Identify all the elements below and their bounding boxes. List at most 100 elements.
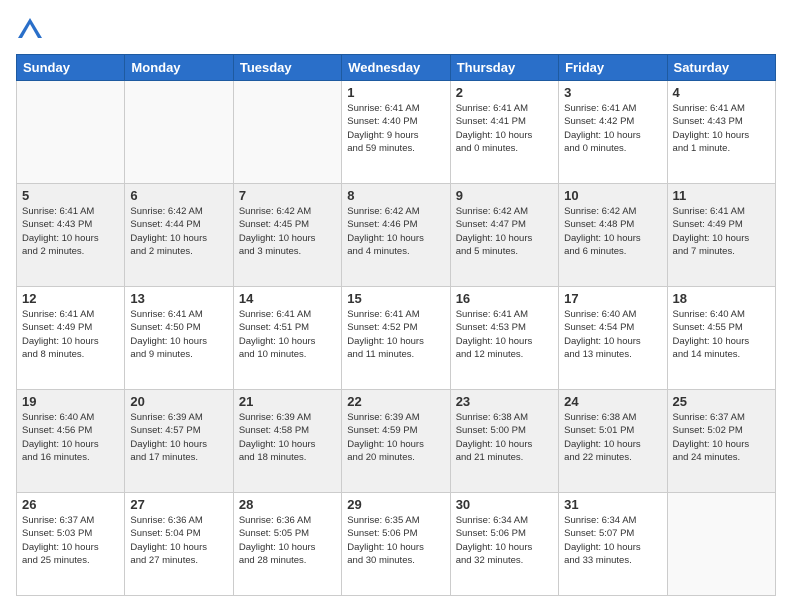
day-info: Sunrise: 6:41 AM Sunset: 4:41 PM Dayligh… — [456, 102, 553, 155]
day-info: Sunrise: 6:42 AM Sunset: 4:45 PM Dayligh… — [239, 205, 336, 258]
calendar-cell — [233, 81, 341, 184]
day-number: 1 — [347, 85, 444, 100]
calendar-cell: 21 Sunrise: 6:39 AM Sunset: 4:58 PM Dayli… — [233, 390, 341, 493]
day-info: Sunrise: 6:42 AM Sunset: 4:47 PM Dayligh… — [456, 205, 553, 258]
calendar-cell: 29 Sunrise: 6:35 AM Sunset: 5:06 PM Dayli… — [342, 493, 450, 596]
weekday-header-wednesday: Wednesday — [342, 55, 450, 81]
day-number: 24 — [564, 394, 661, 409]
day-number: 3 — [564, 85, 661, 100]
day-number: 13 — [130, 291, 227, 306]
day-info: Sunrise: 6:41 AM Sunset: 4:42 PM Dayligh… — [564, 102, 661, 155]
calendar-cell: 25 Sunrise: 6:37 AM Sunset: 5:02 PM Dayli… — [667, 390, 775, 493]
calendar-row-3: 19 Sunrise: 6:40 AM Sunset: 4:56 PM Dayli… — [17, 390, 776, 493]
day-info: Sunrise: 6:38 AM Sunset: 5:01 PM Dayligh… — [564, 411, 661, 464]
day-info: Sunrise: 6:36 AM Sunset: 5:04 PM Dayligh… — [130, 514, 227, 567]
day-info: Sunrise: 6:41 AM Sunset: 4:51 PM Dayligh… — [239, 308, 336, 361]
calendar-cell: 31 Sunrise: 6:34 AM Sunset: 5:07 PM Dayli… — [559, 493, 667, 596]
day-info: Sunrise: 6:35 AM Sunset: 5:06 PM Dayligh… — [347, 514, 444, 567]
calendar-cell: 18Sunrise: 6:40 AM Sunset: 4:55 PM Dayli… — [667, 287, 775, 390]
day-number: 31 — [564, 497, 661, 512]
calendar-cell: 3 Sunrise: 6:41 AM Sunset: 4:42 PM Daylig… — [559, 81, 667, 184]
day-number: 27 — [130, 497, 227, 512]
calendar-cell: 12 Sunrise: 6:41 AM Sunset: 4:49 PM Dayli… — [17, 287, 125, 390]
day-info: Sunrise: 6:34 AM Sunset: 5:06 PM Dayligh… — [456, 514, 553, 567]
day-info: Sunrise: 6:41 AM Sunset: 4:50 PM Dayligh… — [130, 308, 227, 361]
calendar-cell — [125, 81, 233, 184]
day-number: 30 — [456, 497, 553, 512]
day-number: 16 — [456, 291, 553, 306]
calendar-cell: 24 Sunrise: 6:38 AM Sunset: 5:01 PM Dayli… — [559, 390, 667, 493]
weekday-header-tuesday: Tuesday — [233, 55, 341, 81]
day-info: Sunrise: 6:37 AM Sunset: 5:02 PM Dayligh… — [673, 411, 770, 464]
weekday-header-thursday: Thursday — [450, 55, 558, 81]
weekday-header-sunday: Sunday — [17, 55, 125, 81]
calendar-cell: 10 Sunrise: 6:42 AM Sunset: 4:48 PM Dayli… — [559, 184, 667, 287]
day-info: Sunrise: 6:37 AM Sunset: 5:03 PM Dayligh… — [22, 514, 119, 567]
day-info: Sunrise: 6:41 AM Sunset: 4:53 PM Dayligh… — [456, 308, 553, 361]
weekday-header-row: SundayMondayTuesdayWednesdayThursdayFrid… — [17, 55, 776, 81]
day-number: 5 — [22, 188, 119, 203]
day-number: 23 — [456, 394, 553, 409]
day-info: Sunrise: 6:41 AM Sunset: 4:49 PM Dayligh… — [22, 308, 119, 361]
calendar-cell: 7Sunrise: 6:42 AM Sunset: 4:45 PM Daylig… — [233, 184, 341, 287]
day-number: 17 — [564, 291, 661, 306]
day-number: 28 — [239, 497, 336, 512]
day-info: Sunrise: 6:41 AM Sunset: 4:43 PM Dayligh… — [22, 205, 119, 258]
page: SundayMondayTuesdayWednesdayThursdayFrid… — [0, 0, 792, 612]
logo — [16, 16, 48, 44]
day-info: Sunrise: 6:40 AM Sunset: 4:56 PM Dayligh… — [22, 411, 119, 464]
calendar-cell: 19 Sunrise: 6:40 AM Sunset: 4:56 PM Dayli… — [17, 390, 125, 493]
day-info: Sunrise: 6:40 AM Sunset: 4:54 PM Dayligh… — [564, 308, 661, 361]
day-number: 8 — [347, 188, 444, 203]
day-info: Sunrise: 6:34 AM Sunset: 5:07 PM Dayligh… — [564, 514, 661, 567]
calendar-cell: 1 Sunrise: 6:41 AM Sunset: 4:40 PM Daylig… — [342, 81, 450, 184]
day-number: 2 — [456, 85, 553, 100]
calendar-cell: 6Sunrise: 6:42 AM Sunset: 4:44 PM Daylig… — [125, 184, 233, 287]
day-number: 10 — [564, 188, 661, 203]
calendar-cell: 16 Sunrise: 6:41 AM Sunset: 4:53 PM Dayli… — [450, 287, 558, 390]
calendar-cell: 20Sunrise: 6:39 AM Sunset: 4:57 PM Dayli… — [125, 390, 233, 493]
calendar-cell: 8 Sunrise: 6:42 AM Sunset: 4:46 PM Daylig… — [342, 184, 450, 287]
day-info: Sunrise: 6:40 AM Sunset: 4:55 PM Dayligh… — [673, 308, 770, 361]
day-info: Sunrise: 6:39 AM Sunset: 4:59 PM Dayligh… — [347, 411, 444, 464]
calendar-table: SundayMondayTuesdayWednesdayThursdayFrid… — [16, 54, 776, 596]
day-number: 12 — [22, 291, 119, 306]
day-info: Sunrise: 6:42 AM Sunset: 4:48 PM Dayligh… — [564, 205, 661, 258]
day-info: Sunrise: 6:42 AM Sunset: 4:44 PM Dayligh… — [130, 205, 227, 258]
day-info: Sunrise: 6:41 AM Sunset: 4:43 PM Dayligh… — [673, 102, 770, 155]
header — [16, 16, 776, 44]
day-info: Sunrise: 6:39 AM Sunset: 4:58 PM Dayligh… — [239, 411, 336, 464]
day-info: Sunrise: 6:38 AM Sunset: 5:00 PM Dayligh… — [456, 411, 553, 464]
calendar-cell: 5 Sunrise: 6:41 AM Sunset: 4:43 PM Daylig… — [17, 184, 125, 287]
calendar-cell: 4 Sunrise: 6:41 AM Sunset: 4:43 PM Daylig… — [667, 81, 775, 184]
calendar-row-0: 1 Sunrise: 6:41 AM Sunset: 4:40 PM Daylig… — [17, 81, 776, 184]
calendar-cell: 11Sunrise: 6:41 AM Sunset: 4:49 PM Dayli… — [667, 184, 775, 287]
calendar-cell: 23 Sunrise: 6:38 AM Sunset: 5:00 PM Dayli… — [450, 390, 558, 493]
calendar-cell: 28 Sunrise: 6:36 AM Sunset: 5:05 PM Dayli… — [233, 493, 341, 596]
day-info: Sunrise: 6:41 AM Sunset: 4:52 PM Dayligh… — [347, 308, 444, 361]
calendar-cell: 27 Sunrise: 6:36 AM Sunset: 5:04 PM Dayli… — [125, 493, 233, 596]
day-info: Sunrise: 6:41 AM Sunset: 4:49 PM Dayligh… — [673, 205, 770, 258]
day-info: Sunrise: 6:41 AM Sunset: 4:40 PM Dayligh… — [347, 102, 444, 155]
day-number: 4 — [673, 85, 770, 100]
day-number: 21 — [239, 394, 336, 409]
weekday-header-saturday: Saturday — [667, 55, 775, 81]
day-info: Sunrise: 6:36 AM Sunset: 5:05 PM Dayligh… — [239, 514, 336, 567]
calendar-cell: 15 Sunrise: 6:41 AM Sunset: 4:52 PM Dayli… — [342, 287, 450, 390]
day-number: 22 — [347, 394, 444, 409]
calendar-row-4: 26 Sunrise: 6:37 AM Sunset: 5:03 PM Dayli… — [17, 493, 776, 596]
calendar-cell: 14 Sunrise: 6:41 AM Sunset: 4:51 PM Dayli… — [233, 287, 341, 390]
day-number: 19 — [22, 394, 119, 409]
day-number: 14 — [239, 291, 336, 306]
day-number: 25 — [673, 394, 770, 409]
weekday-header-friday: Friday — [559, 55, 667, 81]
weekday-header-monday: Monday — [125, 55, 233, 81]
day-number: 15 — [347, 291, 444, 306]
day-number: 26 — [22, 497, 119, 512]
day-number: 9 — [456, 188, 553, 203]
day-number: 29 — [347, 497, 444, 512]
logo-icon — [16, 16, 44, 44]
calendar-cell: 13 Sunrise: 6:41 AM Sunset: 4:50 PM Dayli… — [125, 287, 233, 390]
day-info: Sunrise: 6:42 AM Sunset: 4:46 PM Dayligh… — [347, 205, 444, 258]
calendar-row-1: 5 Sunrise: 6:41 AM Sunset: 4:43 PM Daylig… — [17, 184, 776, 287]
